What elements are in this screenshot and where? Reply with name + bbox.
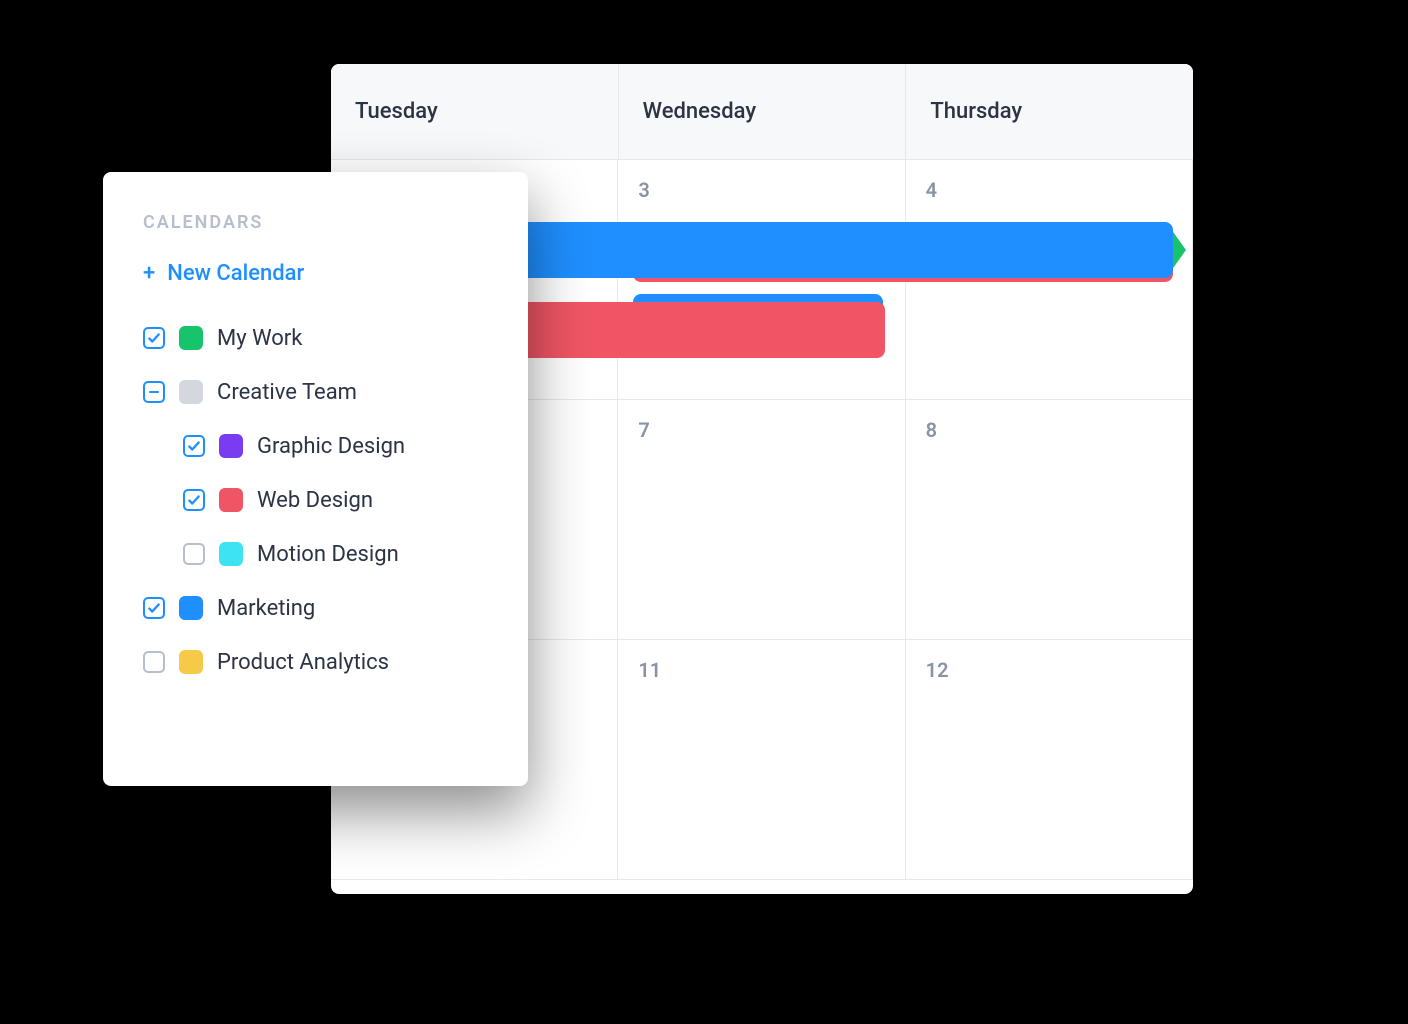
checkbox-unchecked-icon[interactable] [183,543,205,565]
new-calendar-button[interactable]: + New Calendar [143,261,494,286]
calendar-item-label: Creative Team [217,380,357,405]
day-header-tuesday: Tuesday [331,64,619,159]
calendar-header: Tuesday Wednesday Thursday [331,64,1193,160]
calendars-sidebar: CALENDARS + New Calendar My Work Creativ… [103,172,528,786]
calendar-cell[interactable]: 7 [618,400,905,639]
color-swatch [219,542,243,566]
date-label: 12 [920,658,1178,682]
calendar-list: My Work Creative Team Graphic Design [143,314,494,686]
new-calendar-label: New Calendar [167,261,304,286]
checkbox-checked-icon[interactable] [183,435,205,457]
calendar-item-label: Web Design [257,488,373,513]
checkbox-checked-icon[interactable] [183,489,205,511]
calendar-item-web-design[interactable]: Web Design [143,476,494,524]
sidebar-title: CALENDARS [143,212,494,233]
calendar-cell[interactable]: 12 [906,640,1193,879]
date-label: 11 [632,658,890,682]
calendar-item-label: Graphic Design [257,434,405,459]
checkbox-indeterminate-icon[interactable] [143,381,165,403]
calendar-item-label: Motion Design [257,542,399,567]
date-label: 4 [920,178,1178,202]
date-label: 3 [632,178,890,202]
calendar-item-motion-design[interactable]: Motion Design [143,530,494,578]
day-header-thursday: Thursday [906,64,1193,159]
color-swatch [179,326,203,350]
checkbox-checked-icon[interactable] [143,597,165,619]
date-label: 7 [632,418,890,442]
calendar-item-my-work[interactable]: My Work [143,314,494,362]
checkbox-checked-icon[interactable] [143,327,165,349]
calendar-item-creative-team[interactable]: Creative Team [143,368,494,416]
color-swatch [219,488,243,512]
calendar-item-marketing[interactable]: Marketing [143,584,494,632]
day-header-wednesday: Wednesday [619,64,907,159]
color-swatch [219,434,243,458]
color-swatch [179,596,203,620]
calendar-item-graphic-design[interactable]: Graphic Design [143,422,494,470]
calendar-item-label: Product Analytics [217,650,389,675]
calendar-cell[interactable]: 11 [618,640,905,879]
calendar-cell[interactable]: 8 [906,400,1193,639]
color-swatch [179,380,203,404]
checkbox-unchecked-icon[interactable] [143,651,165,673]
calendar-item-label: Marketing [217,596,315,621]
color-swatch [179,650,203,674]
calendar-item-label: My Work [217,326,302,351]
calendar-item-product-analytics[interactable]: Product Analytics [143,638,494,686]
plus-icon: + [143,263,155,285]
date-label: 8 [920,418,1178,442]
